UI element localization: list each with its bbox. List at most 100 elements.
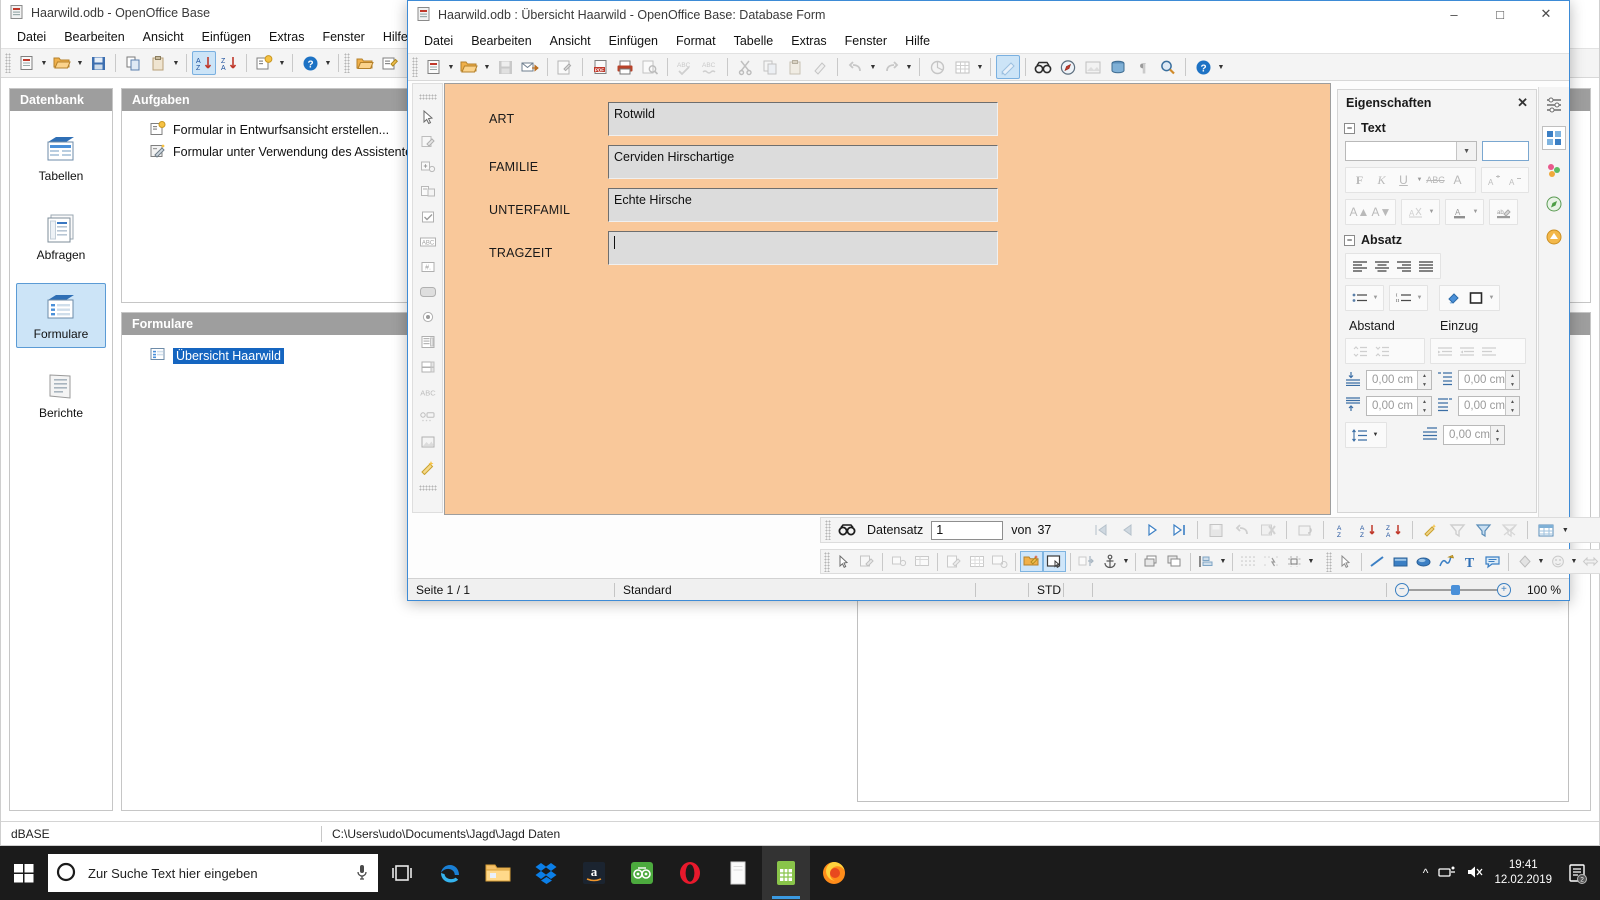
- field-input-familie[interactable]: Cerviden Hirschartige: [608, 145, 998, 179]
- block-arrows-icon[interactable]: [1579, 551, 1600, 572]
- sidebar-settings-icon[interactable]: [1542, 93, 1566, 117]
- base-menu-fenster[interactable]: Fenster: [314, 28, 372, 46]
- paragraph-background-icon[interactable]: [1443, 288, 1464, 308]
- edit-file-icon[interactable]: [553, 55, 577, 79]
- toolbar-grip-2[interactable]: [344, 53, 350, 73]
- design-mode-icon[interactable]: [416, 131, 440, 153]
- search-input[interactable]: Zur Suche Text hier eingeben: [48, 854, 378, 892]
- zoom-knob[interactable]: [1451, 585, 1460, 595]
- checkbox-control-icon[interactable]: [416, 206, 440, 228]
- properties-section-absatz[interactable]: − Absatz: [1338, 228, 1536, 250]
- paste-icon[interactable]: [783, 55, 807, 79]
- data-source-as-table-icon[interactable]: [1534, 519, 1558, 541]
- send-to-back-icon[interactable]: [1163, 551, 1186, 572]
- help-icon[interactable]: ?: [1191, 55, 1215, 79]
- navigator-icon[interactable]: [1056, 55, 1080, 79]
- unordered-list-icon[interactable]: [1349, 288, 1370, 308]
- form-properties-icon[interactable]: [942, 551, 965, 572]
- sidebar-item-berichte[interactable]: Berichte: [16, 362, 106, 427]
- design-mode-toggle-icon[interactable]: [855, 551, 878, 572]
- form-menu-tabelle[interactable]: Tabelle: [726, 32, 782, 50]
- previous-record-icon[interactable]: [1115, 519, 1139, 541]
- spellcheck-icon[interactable]: ABC: [673, 55, 697, 79]
- autospellcheck-icon[interactable]: ABC: [698, 55, 722, 79]
- copy-icon[interactable]: [121, 51, 145, 75]
- insert-table-dropdown[interactable]: ▼: [975, 55, 985, 79]
- formatting-marks-icon[interactable]: ¶: [1131, 55, 1155, 79]
- unordered-list-dropdown[interactable]: ▼: [1371, 288, 1380, 308]
- paste-dropdown[interactable]: ▼: [171, 51, 181, 75]
- italic-icon[interactable]: K: [1371, 170, 1392, 190]
- windows-start-icon[interactable]: [0, 846, 48, 900]
- edge-browser-icon[interactable]: [426, 846, 474, 900]
- align-center-icon[interactable]: [1371, 256, 1392, 276]
- push-button-icon[interactable]: [416, 281, 440, 303]
- undo-dropdown[interactable]: ▼: [868, 55, 878, 79]
- text-box-drawing-icon[interactable]: T: [1458, 551, 1481, 572]
- formatted-field-icon[interactable]: #.: [416, 256, 440, 278]
- first-record-icon[interactable]: [1089, 519, 1113, 541]
- edit-mode-icon[interactable]: [996, 55, 1020, 79]
- hanging-indent-icon[interactable]: [1478, 341, 1499, 361]
- decrease-indent-icon[interactable]: [1456, 341, 1477, 361]
- maximize-button[interactable]: □: [1477, 1, 1523, 27]
- control-wizards-icon[interactable]: [887, 551, 910, 572]
- nav-toolbar-overflow[interactable]: ▼: [1560, 518, 1570, 542]
- align-justify-icon[interactable]: [1415, 256, 1436, 276]
- anchor-dropdown[interactable]: ▼: [1121, 550, 1131, 574]
- position-size-icon[interactable]: [1075, 551, 1098, 572]
- line-spacing-dropdown[interactable]: ▼: [1371, 425, 1380, 445]
- open-in-design-mode-icon[interactable]: [1020, 551, 1043, 572]
- form-toolbar[interactable]: ▼ ▼ PDF: [408, 53, 1569, 81]
- network-icon[interactable]: [1438, 864, 1456, 883]
- toolbar-overflow[interactable]: ▼: [323, 51, 333, 75]
- form-menu-hilfe[interactable]: Hilfe: [897, 32, 938, 50]
- form-new-dropdown[interactable]: ▼: [277, 51, 287, 75]
- drawing-select-icon[interactable]: [1334, 551, 1357, 572]
- new-document-dropdown[interactable]: ▼: [39, 51, 49, 75]
- sort-ascending-icon[interactable]: AZ: [1356, 519, 1380, 541]
- openoffice-base-icon[interactable]: [762, 846, 810, 900]
- data-sources-icon[interactable]: [1106, 55, 1130, 79]
- font-name-input[interactable]: ▼: [1345, 141, 1477, 161]
- sidebar-item-formulare[interactable]: Formulare: [16, 283, 106, 348]
- select-icon[interactable]: [832, 551, 855, 572]
- zoom-track[interactable]: [1409, 589, 1497, 591]
- form-menu-datei[interactable]: Datei: [416, 32, 461, 50]
- design-toolbar-overflow[interactable]: ▼: [1306, 550, 1316, 574]
- font-color-icon[interactable]: A: [1449, 202, 1470, 222]
- underline-icon[interactable]: U: [1393, 170, 1414, 190]
- form-design-toolbar[interactable]: ▼ ▼ ▼: [820, 549, 1600, 574]
- delete-record-icon[interactable]: [1256, 519, 1280, 541]
- line-spacing-icon[interactable]: [1349, 425, 1370, 445]
- line-icon[interactable]: [1366, 551, 1389, 572]
- drawing-toolbar-grip[interactable]: [1326, 552, 1332, 572]
- print-icon[interactable]: [613, 55, 637, 79]
- next-record-icon[interactable]: [1141, 519, 1165, 541]
- minimize-button[interactable]: –: [1431, 1, 1477, 27]
- font-size-input[interactable]: [1482, 141, 1529, 161]
- cut-icon[interactable]: [733, 55, 757, 79]
- file-explorer-icon[interactable]: [474, 846, 522, 900]
- form-canvas[interactable]: ART Rotwild FAMILIE Cerviden Hirschartig…: [444, 83, 1331, 515]
- properties-section-text[interactable]: − Text: [1338, 116, 1536, 138]
- help-icon[interactable]: ?: [298, 51, 322, 75]
- field-input-unterfamil[interactable]: Echte Hirsche: [608, 188, 998, 222]
- align-objects-icon[interactable]: [1195, 551, 1218, 572]
- sort-icon[interactable]: AZ: [1330, 519, 1354, 541]
- new-document-dropdown[interactable]: ▼: [446, 55, 456, 79]
- action-center-icon[interactable]: 2: [1562, 846, 1592, 900]
- list-box-icon[interactable]: [416, 331, 440, 353]
- spacing-below-stepper[interactable]: ▲▼: [1417, 397, 1431, 415]
- increase-spacing-icon[interactable]: [1349, 341, 1370, 361]
- copy-icon[interactable]: [758, 55, 782, 79]
- align-left-icon[interactable]: [1349, 256, 1370, 276]
- microphone-icon[interactable]: [354, 863, 370, 884]
- symbol-shapes-dropdown[interactable]: ▼: [1569, 550, 1579, 574]
- combo-box-icon[interactable]: [416, 356, 440, 378]
- base-menu-extras[interactable]: Extras: [261, 28, 312, 46]
- close-icon[interactable]: ✕: [1517, 95, 1528, 111]
- sidebar-item-tabellen[interactable]: Tabellen: [16, 125, 106, 190]
- field-input-tragzeit[interactable]: [608, 231, 998, 265]
- sort-ascending-icon[interactable]: AZ: [192, 51, 216, 75]
